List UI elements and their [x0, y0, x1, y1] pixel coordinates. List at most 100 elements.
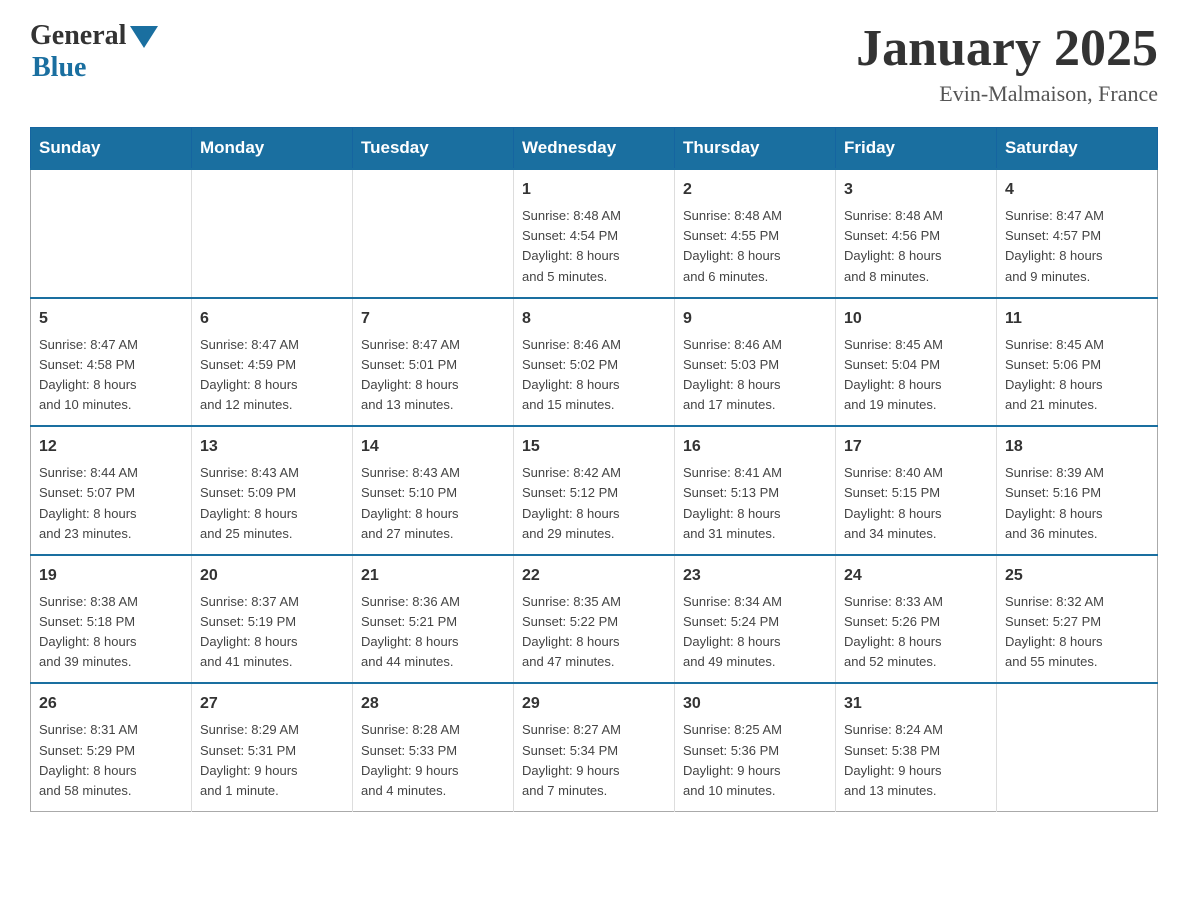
- day-number: 13: [200, 435, 344, 459]
- day-number: 21: [361, 564, 505, 588]
- day-number: 5: [39, 307, 183, 331]
- day-number: 11: [1005, 307, 1149, 331]
- calendar-day-cell: [997, 683, 1158, 811]
- day-info: Sunrise: 8:34 AMSunset: 5:24 PMDaylight:…: [683, 592, 827, 673]
- calendar-day-cell: 16 Sunrise: 8:41 AMSunset: 5:13 PMDayligh…: [675, 426, 836, 555]
- day-info: Sunrise: 8:46 AMSunset: 5:03 PMDaylight:…: [683, 335, 827, 416]
- calendar-day-cell: [353, 169, 514, 298]
- title-section: January 2025 Evin-Malmaison, France: [856, 20, 1158, 107]
- day-number: 30: [683, 692, 827, 716]
- day-number: 4: [1005, 178, 1149, 202]
- calendar-day-cell: 19 Sunrise: 8:38 AMSunset: 5:18 PMDayligh…: [31, 555, 192, 684]
- day-info: Sunrise: 8:28 AMSunset: 5:33 PMDaylight:…: [361, 720, 505, 801]
- calendar-day-cell: 8 Sunrise: 8:46 AMSunset: 5:02 PMDaylight…: [514, 298, 675, 427]
- day-number: 20: [200, 564, 344, 588]
- day-number: 8: [522, 307, 666, 331]
- calendar-day-cell: 17Sunrise: 8:40 AMSunset: 5:15 PMDayligh…: [836, 426, 997, 555]
- day-info: Sunrise: 8:44 AMSunset: 5:07 PMDaylight:…: [39, 463, 183, 544]
- calendar-week-row: 19 Sunrise: 8:38 AMSunset: 5:18 PMDayligh…: [31, 555, 1158, 684]
- day-info: Sunrise: 8:25 AMSunset: 5:36 PMDaylight:…: [683, 720, 827, 801]
- calendar-day-cell: 3 Sunrise: 8:48 AMSunset: 4:56 PMDaylight…: [836, 169, 997, 298]
- calendar-day-cell: 23 Sunrise: 8:34 AMSunset: 5:24 PMDayligh…: [675, 555, 836, 684]
- calendar-day-cell: 24 Sunrise: 8:33 AMSunset: 5:26 PMDayligh…: [836, 555, 997, 684]
- day-info: Sunrise: 8:37 AMSunset: 5:19 PMDaylight:…: [200, 592, 344, 673]
- day-number: 3: [844, 178, 988, 202]
- calendar-day-cell: 30 Sunrise: 8:25 AMSunset: 5:36 PMDayligh…: [675, 683, 836, 811]
- day-number: 16: [683, 435, 827, 459]
- day-of-week-header: Wednesday: [514, 128, 675, 170]
- page-header: General Blue January 2025 Evin-Malmaison…: [30, 20, 1158, 107]
- calendar-day-cell: 28 Sunrise: 8:28 AMSunset: 5:33 PMDayligh…: [353, 683, 514, 811]
- logo-general-text: General: [30, 20, 126, 52]
- calendar-day-cell: 15 Sunrise: 8:42 AMSunset: 5:12 PMDayligh…: [514, 426, 675, 555]
- day-of-week-header: Thursday: [675, 128, 836, 170]
- day-info: Sunrise: 8:47 AMSunset: 4:57 PMDaylight:…: [1005, 206, 1149, 287]
- calendar-day-cell: 4 Sunrise: 8:47 AMSunset: 4:57 PMDaylight…: [997, 169, 1158, 298]
- calendar-day-cell: 2 Sunrise: 8:48 AMSunset: 4:55 PMDaylight…: [675, 169, 836, 298]
- calendar-day-cell: 6Sunrise: 8:47 AMSunset: 4:59 PMDaylight…: [192, 298, 353, 427]
- day-info: Sunrise: 8:47 AMSunset: 5:01 PMDaylight:…: [361, 335, 505, 416]
- day-number: 6: [200, 307, 344, 331]
- day-info: Sunrise: 8:42 AMSunset: 5:12 PMDaylight:…: [522, 463, 666, 544]
- calendar-day-cell: [31, 169, 192, 298]
- calendar-day-cell: 11 Sunrise: 8:45 AMSunset: 5:06 PMDayligh…: [997, 298, 1158, 427]
- day-info: Sunrise: 8:46 AMSunset: 5:02 PMDaylight:…: [522, 335, 666, 416]
- day-info: Sunrise: 8:31 AMSunset: 5:29 PMDaylight:…: [39, 720, 183, 801]
- day-info: Sunrise: 8:48 AMSunset: 4:55 PMDaylight:…: [683, 206, 827, 287]
- day-number: 7: [361, 307, 505, 331]
- calendar-body: 1Sunrise: 8:48 AMSunset: 4:54 PMDaylight…: [31, 169, 1158, 811]
- day-of-week-header: Tuesday: [353, 128, 514, 170]
- day-of-week-header: Saturday: [997, 128, 1158, 170]
- calendar-day-cell: 13 Sunrise: 8:43 AMSunset: 5:09 PMDayligh…: [192, 426, 353, 555]
- day-number: 18: [1005, 435, 1149, 459]
- day-number: 12: [39, 435, 183, 459]
- day-info: Sunrise: 8:36 AMSunset: 5:21 PMDaylight:…: [361, 592, 505, 673]
- day-info: Sunrise: 8:45 AMSunset: 5:06 PMDaylight:…: [1005, 335, 1149, 416]
- day-info: Sunrise: 8:33 AMSunset: 5:26 PMDaylight:…: [844, 592, 988, 673]
- day-number: 2: [683, 178, 827, 202]
- calendar-day-cell: 20 Sunrise: 8:37 AMSunset: 5:19 PMDayligh…: [192, 555, 353, 684]
- day-number: 23: [683, 564, 827, 588]
- day-info: Sunrise: 8:27 AMSunset: 5:34 PMDaylight:…: [522, 720, 666, 801]
- day-number: 15: [522, 435, 666, 459]
- calendar-day-cell: 9 Sunrise: 8:46 AMSunset: 5:03 PMDaylight…: [675, 298, 836, 427]
- day-info: Sunrise: 8:41 AMSunset: 5:13 PMDaylight:…: [683, 463, 827, 544]
- calendar-day-cell: 27Sunrise: 8:29 AMSunset: 5:31 PMDayligh…: [192, 683, 353, 811]
- day-number: 25: [1005, 564, 1149, 588]
- calendar-day-cell: 7 Sunrise: 8:47 AMSunset: 5:01 PMDaylight…: [353, 298, 514, 427]
- calendar-day-cell: 26Sunrise: 8:31 AMSunset: 5:29 PMDayligh…: [31, 683, 192, 811]
- day-info: Sunrise: 8:45 AMSunset: 5:04 PMDaylight:…: [844, 335, 988, 416]
- calendar-day-cell: 22Sunrise: 8:35 AMSunset: 5:22 PMDayligh…: [514, 555, 675, 684]
- calendar-day-cell: 29Sunrise: 8:27 AMSunset: 5:34 PMDayligh…: [514, 683, 675, 811]
- day-info: Sunrise: 8:38 AMSunset: 5:18 PMDaylight:…: [39, 592, 183, 673]
- day-info: Sunrise: 8:35 AMSunset: 5:22 PMDaylight:…: [522, 592, 666, 673]
- day-number: 19: [39, 564, 183, 588]
- calendar-week-row: 26Sunrise: 8:31 AMSunset: 5:29 PMDayligh…: [31, 683, 1158, 811]
- calendar-week-row: 1Sunrise: 8:48 AMSunset: 4:54 PMDaylight…: [31, 169, 1158, 298]
- day-info: Sunrise: 8:48 AMSunset: 4:56 PMDaylight:…: [844, 206, 988, 287]
- logo-blue-text: Blue: [32, 52, 86, 84]
- calendar-day-cell: 1Sunrise: 8:48 AMSunset: 4:54 PMDaylight…: [514, 169, 675, 298]
- day-info: Sunrise: 8:43 AMSunset: 5:09 PMDaylight:…: [200, 463, 344, 544]
- day-info: Sunrise: 8:43 AMSunset: 5:10 PMDaylight:…: [361, 463, 505, 544]
- calendar-subtitle: Evin-Malmaison, France: [856, 81, 1158, 107]
- calendar-day-cell: 10Sunrise: 8:45 AMSunset: 5:04 PMDayligh…: [836, 298, 997, 427]
- day-number: 31: [844, 692, 988, 716]
- day-number: 24: [844, 564, 988, 588]
- day-of-week-header: Sunday: [31, 128, 192, 170]
- day-of-week-header: Friday: [836, 128, 997, 170]
- calendar-header: SundayMondayTuesdayWednesdayThursdayFrid…: [31, 128, 1158, 170]
- days-of-week-row: SundayMondayTuesdayWednesdayThursdayFrid…: [31, 128, 1158, 170]
- logo: General Blue: [30, 20, 158, 84]
- day-number: 9: [683, 307, 827, 331]
- day-number: 17: [844, 435, 988, 459]
- calendar-day-cell: 5Sunrise: 8:47 AMSunset: 4:58 PMDaylight…: [31, 298, 192, 427]
- calendar-day-cell: 14 Sunrise: 8:43 AMSunset: 5:10 PMDayligh…: [353, 426, 514, 555]
- day-of-week-header: Monday: [192, 128, 353, 170]
- day-number: 14: [361, 435, 505, 459]
- calendar-day-cell: 18 Sunrise: 8:39 AMSunset: 5:16 PMDayligh…: [997, 426, 1158, 555]
- day-number: 28: [361, 692, 505, 716]
- calendar-week-row: 12 Sunrise: 8:44 AMSunset: 5:07 PMDayligh…: [31, 426, 1158, 555]
- day-info: Sunrise: 8:32 AMSunset: 5:27 PMDaylight:…: [1005, 592, 1149, 673]
- day-info: Sunrise: 8:39 AMSunset: 5:16 PMDaylight:…: [1005, 463, 1149, 544]
